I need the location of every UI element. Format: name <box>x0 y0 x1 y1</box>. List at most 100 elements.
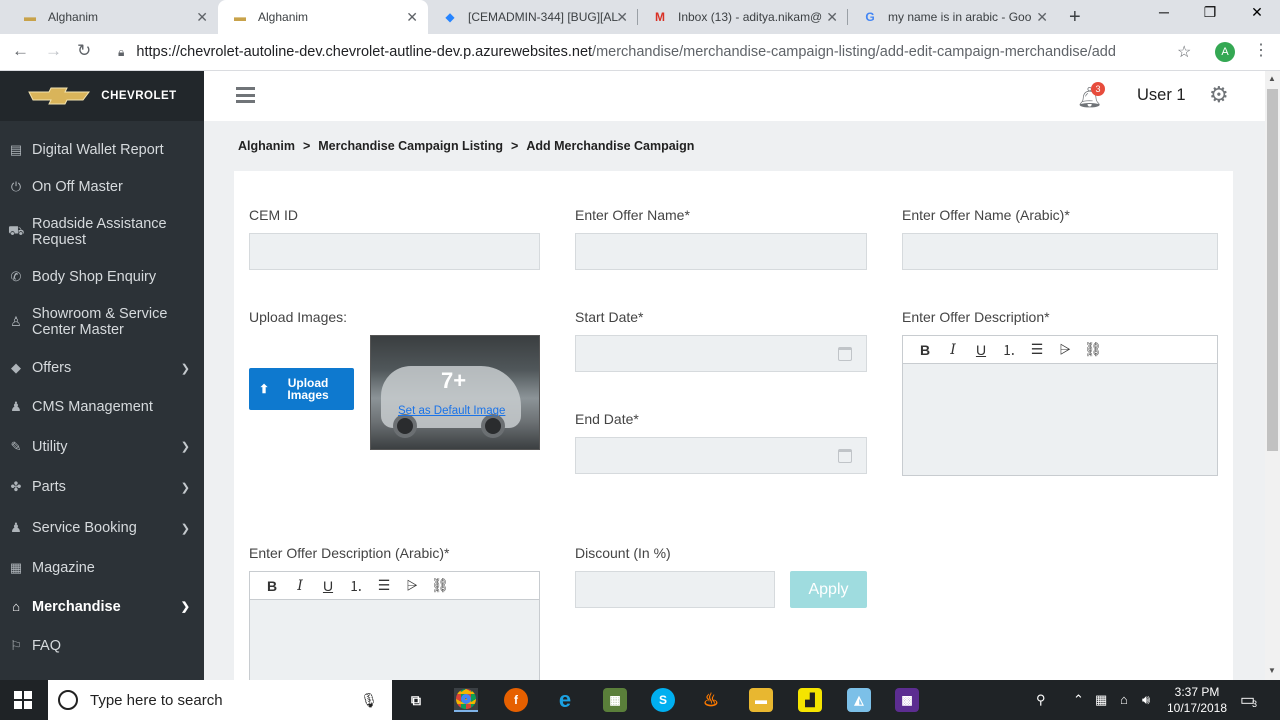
sidebar-item-body-shop-enquiry[interactable]: ✆ Body Shop Enquiry <box>0 258 204 295</box>
link-icon[interactable]: ⛓ <box>426 577 454 594</box>
chevron-down-icon[interactable]: ❯ <box>181 362 190 375</box>
address-bar[interactable]: 🔒︎ https://chevrolet-autoline-dev.chevro… <box>108 37 1208 67</box>
edge-taskbar-icon[interactable]: e <box>553 687 577 712</box>
calculator-taskbar-icon[interactable]: ▦ <box>603 688 627 712</box>
close-tab-icon[interactable]: ✕ <box>826 9 838 26</box>
sidebar-item-parts[interactable]: ✤ Parts ❯ <box>0 466 204 508</box>
chevron-down-icon[interactable]: ❯ <box>181 522 190 535</box>
browser-tab-4[interactable]: M Inbox (13) - aditya.nikam@ ✕ <box>638 0 848 34</box>
align-icon[interactable]: ⩥ <box>398 577 426 594</box>
end-date-input[interactable] <box>575 437 867 474</box>
scroll-up-icon[interactable]: ▲ <box>1268 74 1276 83</box>
back-icon[interactable]: ← <box>12 41 29 61</box>
start-date-input[interactable] <box>575 335 867 372</box>
underline-icon[interactable]: U <box>967 342 995 358</box>
close-tab-icon[interactable]: ✕ <box>1036 9 1048 26</box>
sidebar-item-merchandise[interactable]: ⌂ Merchandise ❯ <box>0 587 204 626</box>
sidebar-item-on-off-master[interactable]: ⏻ On Off Master <box>0 168 204 205</box>
bold-icon[interactable]: B <box>911 342 939 358</box>
app-taskbar-icon[interactable]: ♨ <box>699 688 723 712</box>
faq-icon: ⚐ <box>10 637 22 653</box>
gear-icon[interactable]: ⚙ <box>1209 82 1229 108</box>
forward-icon[interactable]: → <box>45 41 62 61</box>
skype-taskbar-icon[interactable]: S <box>651 688 675 712</box>
show-hidden-icons-chevron[interactable]: ⌃ <box>1073 692 1084 708</box>
browser-tab-3[interactable]: ◆ [CEMADMIN-344] [BUG][AL ✕ <box>428 0 638 34</box>
reload-icon[interactable]: ↻ <box>77 41 91 61</box>
image-thumbnail[interactable]: 7+ Set as Default Image <box>370 335 540 450</box>
taskbar-search[interactable]: Type here to search 🎙︎ <box>48 680 392 720</box>
scrollbar-thumb[interactable] <box>1267 89 1278 451</box>
user-name[interactable]: User 1 <box>1137 86 1186 105</box>
tab-title: Inbox (13) - aditya.nikam@ <box>678 10 823 24</box>
browser-tab-1[interactable]: ▬ Alghanim ✕ <box>8 0 218 34</box>
app-taskbar-icon[interactable]: ◭ <box>847 688 871 712</box>
breadcrumb-item[interactable]: Alghanim <box>238 139 295 153</box>
sticky-notes-taskbar-icon[interactable]: ▟ <box>798 688 822 712</box>
sidebar-item-utility[interactable]: ✎ Utility ❯ <box>0 427 204 466</box>
close-tab-icon[interactable]: ✕ <box>406 9 418 26</box>
close-tab-icon[interactable]: ✕ <box>616 9 628 26</box>
hamburger-menu-icon[interactable] <box>236 87 255 103</box>
wifi-icon[interactable]: ⌂ <box>1120 692 1128 707</box>
minimize-icon[interactable]: ─ <box>1141 4 1187 20</box>
restore-icon[interactable]: ❐ <box>1187 4 1233 21</box>
ordered-list-icon[interactable]: ⒈ <box>342 576 370 596</box>
close-tab-icon[interactable]: ✕ <box>196 9 208 26</box>
browser-tab-2[interactable]: ▬ Alghanim ✕ <box>218 0 428 34</box>
underline-icon[interactable]: U <box>314 578 342 594</box>
account-avatar[interactable]: A <box>1215 42 1235 62</box>
bullet-list-icon[interactable]: ☰ <box>1023 341 1051 358</box>
upload-images-button[interactable]: ⬆ Upload Images <box>249 368 354 410</box>
chevron-down-icon[interactable]: ❯ <box>181 600 190 613</box>
new-tab-icon[interactable]: + <box>1069 6 1081 29</box>
brand-logo[interactable]: CHEVROLET <box>0 71 204 121</box>
offer-description-editor[interactable]: B I U ⒈ ☰ ⩥ ⛓ <box>902 335 1218 476</box>
bookmark-star-icon[interactable]: ☆ <box>1177 42 1191 62</box>
italic-icon[interactable]: I <box>939 342 967 358</box>
italic-icon[interactable]: I <box>286 578 314 594</box>
chevron-down-icon[interactable]: ❯ <box>181 481 190 494</box>
offer-name-input[interactable] <box>575 233 867 270</box>
calendar-icon[interactable] <box>838 347 852 361</box>
set-default-image-link[interactable]: Set as Default Image <box>398 405 505 417</box>
system-clock[interactable]: 3:37 PM 10/17/2018 <box>1160 684 1234 716</box>
sidebar-item-faq[interactable]: ⚐ FAQ <box>0 626 204 665</box>
sidebar-item-magazine[interactable]: ▦ Magazine <box>0 548 204 587</box>
browser-tab-5[interactable]: G my name is in arabic - Goo ✕ <box>848 0 1058 34</box>
page-scrollbar[interactable]: ▲ ▼ <box>1265 71 1280 680</box>
app-taskbar-icon[interactable]: ▩ <box>895 688 919 712</box>
sidebar-item-service-booking[interactable]: ♟ Service Booking ❯ <box>0 508 204 548</box>
offer-description-arabic-editor[interactable]: B I U ⒈ ☰ ⩥ ⛓ <box>249 571 540 680</box>
discount-input[interactable] <box>575 571 775 608</box>
file-explorer-taskbar-icon[interactable]: ▬ <box>749 688 773 712</box>
microphone-icon[interactable]: 🎙︎ <box>360 692 378 709</box>
scroll-down-icon[interactable]: ▼ <box>1268 666 1276 675</box>
apply-button[interactable]: Apply <box>790 571 867 608</box>
cem-id-input[interactable] <box>249 233 540 270</box>
chrome-taskbar-icon[interactable] <box>454 688 478 712</box>
sidebar-item-showroom-service-center[interactable]: ♙ Showroom & Service Center Master <box>0 295 204 349</box>
task-view-icon[interactable]: ⧉ <box>404 688 428 712</box>
link-icon[interactable]: ⛓ <box>1079 341 1107 358</box>
sidebar-item-cms-management[interactable]: ♟ CMS Management <box>0 387 204 427</box>
bold-icon[interactable]: B <box>258 578 286 594</box>
align-icon[interactable]: ⩥ <box>1051 341 1079 358</box>
network-icon[interactable]: ▦ <box>1095 692 1107 708</box>
people-icon[interactable]: ⚲ <box>1036 692 1046 708</box>
windows-start-icon[interactable] <box>14 691 32 709</box>
volume-icon[interactable]: 🔊︎ <box>1142 692 1150 708</box>
browser-menu-icon[interactable]: ⋮ <box>1253 40 1269 60</box>
calendar-icon[interactable] <box>838 449 852 463</box>
sidebar-item-offers[interactable]: ◆ Offers ❯ <box>0 349 204 387</box>
sidebar-item-digital-wallet-report[interactable]: ▤ Digital Wallet Report <box>0 131 204 168</box>
chevron-down-icon[interactable]: ❯ <box>181 440 190 453</box>
discount-label: Discount (In %) <box>575 545 671 561</box>
firefox-taskbar-icon[interactable]: f <box>504 688 528 712</box>
sidebar-item-roadside-assistance[interactable]: ⛟ Roadside Assistance Request <box>0 205 204 258</box>
bullet-list-icon[interactable]: ☰ <box>370 577 398 594</box>
close-window-icon[interactable]: ✕ <box>1234 4 1280 21</box>
ordered-list-icon[interactable]: ⒈ <box>995 340 1023 360</box>
breadcrumb-item[interactable]: Merchandise Campaign Listing <box>318 139 503 153</box>
offer-name-arabic-input[interactable] <box>902 233 1218 270</box>
